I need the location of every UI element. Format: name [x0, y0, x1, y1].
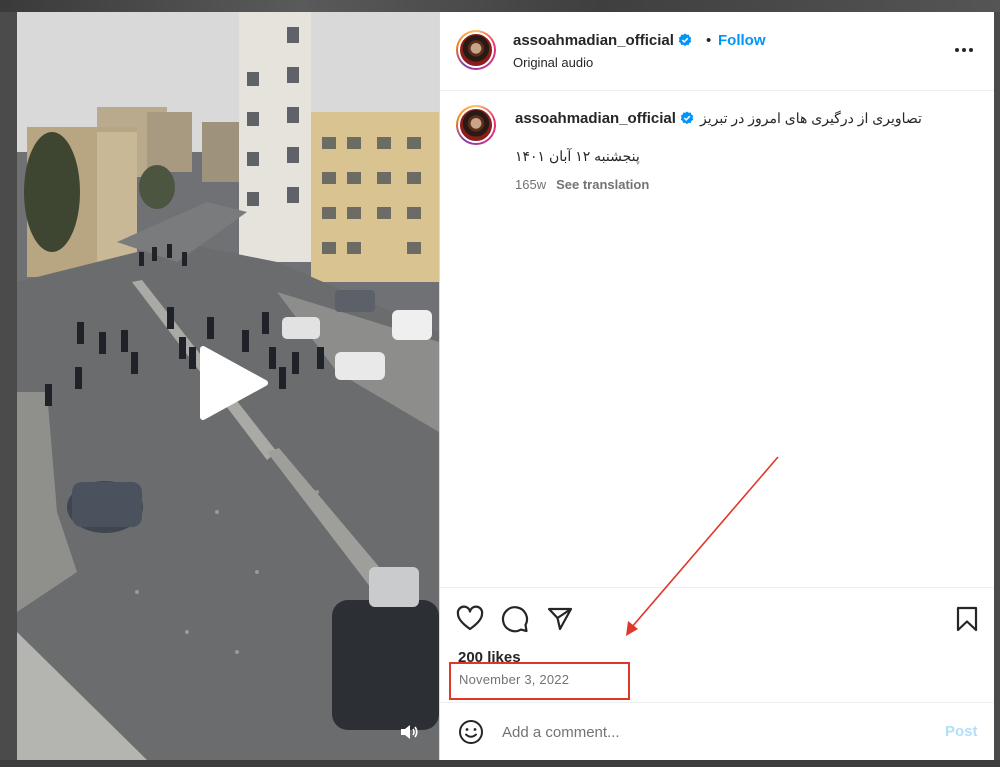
caption-user: assoahmadian_official — [515, 110, 694, 128]
post-header: assoahmadian_official • Follow Original … — [440, 12, 994, 91]
video-player[interactable] — [17, 12, 439, 760]
play-icon[interactable] — [195, 345, 269, 421]
header-username[interactable]: assoahmadian_official — [513, 32, 674, 49]
post-date[interactable]: November 3, 2022 — [459, 672, 569, 687]
comment-icon[interactable] — [501, 605, 529, 633]
caption-text: تصاویری از درگیری های امروز در تبریز — [700, 110, 922, 126]
post-button[interactable]: Post — [945, 723, 978, 740]
audio-label[interactable]: Original audio — [513, 55, 593, 70]
page-backdrop-bottom — [0, 760, 1000, 767]
header-separator: • — [706, 32, 712, 49]
volume-icon[interactable] — [399, 723, 419, 741]
verified-badge-icon — [678, 33, 692, 47]
post-age[interactable]: 165w — [515, 177, 546, 192]
bookmark-icon[interactable] — [953, 605, 981, 633]
caption-avatar[interactable] — [456, 105, 496, 145]
avatar[interactable] — [456, 30, 496, 70]
comment-input[interactable] — [502, 719, 922, 745]
caption-section: assoahmadian_official تصاویری از درگیری … — [440, 91, 994, 587]
post-modal: assoahmadian_official • Follow Original … — [17, 12, 994, 760]
action-bar — [440, 587, 994, 647]
heart-icon[interactable] — [456, 605, 484, 633]
verified-badge-icon — [680, 111, 694, 125]
see-translation-link[interactable]: See translation — [556, 177, 649, 192]
page-backdrop — [0, 0, 1000, 12]
caption-date-line: پنجشنبه ۱۲ آبان ۱۴۰۱ — [515, 148, 640, 164]
follow-button[interactable]: Follow — [718, 32, 766, 49]
share-icon[interactable] — [546, 605, 574, 633]
emoji-icon[interactable] — [458, 719, 484, 745]
header-user: assoahmadian_official — [513, 32, 692, 50]
caption-meta: 165w See translation — [515, 177, 649, 192]
post-info-panel: assoahmadian_official • Follow Original … — [439, 12, 994, 760]
caption-username[interactable]: assoahmadian_official — [515, 110, 676, 127]
comment-bar: Post — [440, 702, 994, 760]
more-horizontal-icon[interactable] — [953, 39, 975, 61]
likes-count[interactable]: 200 likes — [458, 649, 521, 666]
